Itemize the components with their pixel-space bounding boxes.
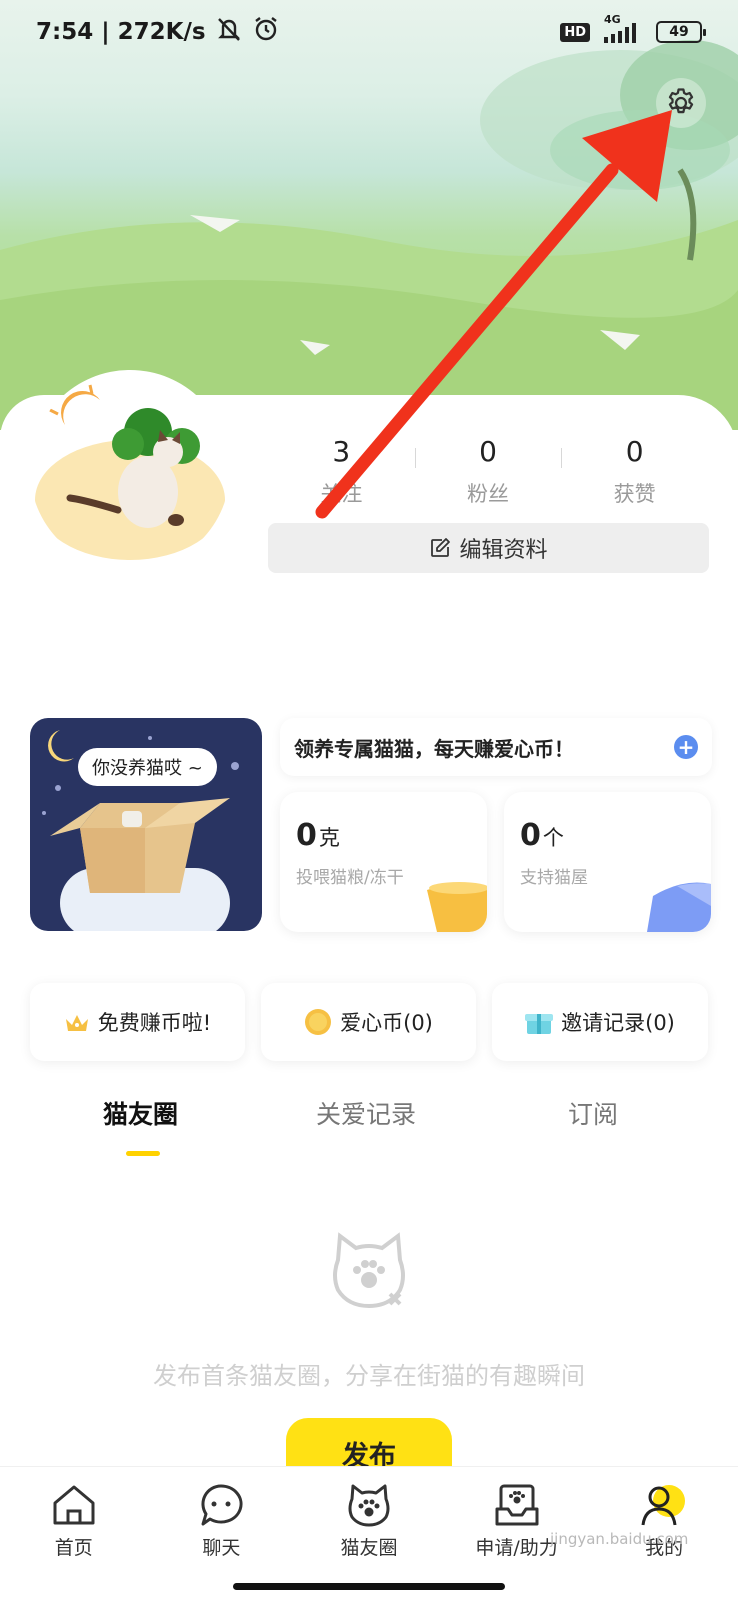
nav-chat-label: 聊天 (202, 1537, 241, 1559)
coin-icon (305, 1009, 332, 1035)
status-separator: | (101, 19, 110, 45)
avatar[interactable] (30, 370, 230, 570)
watermark: jingyan.baidu.com (550, 1530, 689, 1548)
battery-indicator: 49 (656, 21, 706, 43)
alarm-icon (252, 15, 280, 49)
food-stat-card[interactable]: 0克 投喂猫粮/冻干 (280, 792, 487, 932)
stat-following-count: 3 (332, 435, 351, 468)
nav-home-label: 首页 (54, 1537, 93, 1559)
stat-following-label: 关注 (320, 482, 363, 506)
invite-records-button[interactable]: 邀请记录(0) (492, 983, 708, 1061)
earn-coins-button[interactable]: 免费赚币啦! (30, 983, 245, 1061)
stat-likes[interactable]: 0 获赞 (561, 432, 708, 512)
house-unit: 个 (542, 826, 564, 850)
empty-cat-icon (333, 1232, 405, 1309)
food-bowl-icon (427, 882, 487, 932)
hd-badge: HD (560, 22, 590, 42)
nav-home[interactable]: 首页 (0, 1467, 148, 1600)
stat-fans-label: 粉丝 (467, 482, 509, 506)
stat-fans[interactable]: 0 粉丝 (414, 432, 562, 512)
adopt-cat-card[interactable]: 你没养猫哎 ~ (30, 718, 262, 931)
love-coins-label: 爱心币(0) (340, 1011, 433, 1035)
food-unit: 克 (318, 826, 340, 850)
apply-inbox-icon (495, 1484, 539, 1526)
edit-profile-label: 编辑资料 (459, 538, 548, 563)
profile-icon (641, 1485, 686, 1526)
cat-house-icon (647, 882, 711, 932)
empty-state-text: 发布首条猫友圈，分享在街猫的有趣瞬间 (153, 1362, 585, 1390)
nav-chat[interactable]: 聊天 (148, 1467, 296, 1600)
invite-records-label: 邀请记录(0) (561, 1011, 675, 1035)
tab-cat-friends[interactable]: 猫友圈 (103, 1095, 178, 1131)
status-bar: 7:54 | 272K/s HD 4G 49 (0, 0, 738, 64)
stat-fans-count: 0 (479, 435, 497, 468)
adopt-promo-text: 领养专属猫猫，每天赚爱心币！ (294, 736, 574, 761)
food-value: 0 (296, 818, 317, 853)
tab-subscriptions[interactable]: 订阅 (568, 1095, 618, 1131)
nav-apply-help-label: 申请/助力 (475, 1537, 558, 1559)
edit-icon (431, 538, 451, 557)
edit-profile-button[interactable]: 编辑资料 (268, 523, 709, 573)
home-icon (53, 1485, 95, 1525)
stat-likes-label: 获赞 (613, 482, 656, 506)
gear-icon (668, 88, 694, 114)
profile-tabs: 猫友圈 关爱记录 订阅 (0, 1095, 738, 1155)
love-coins-button[interactable]: 爱心币(0) (261, 983, 476, 1061)
settings-button[interactable] (656, 78, 706, 128)
nav-cat-friends-label: 猫友圈 (340, 1537, 398, 1559)
add-icon[interactable]: + (674, 735, 698, 759)
mute-icon (214, 15, 244, 49)
house-stat-card[interactable]: 0个 支持猫屋 (504, 792, 711, 932)
nav-cat-friends[interactable]: 猫友圈 (295, 1467, 443, 1600)
tab-active-indicator (126, 1151, 160, 1156)
header-background (0, 0, 738, 430)
house-value: 0 (520, 818, 541, 853)
stat-likes-count: 0 (625, 435, 644, 468)
status-net-speed: 272K/s (117, 19, 206, 45)
status-time: 7:54 (36, 19, 94, 45)
crown-icon (65, 1015, 88, 1031)
signal-icon: 4G (600, 13, 646, 45)
earn-coins-label: 免费赚币啦! (97, 1011, 212, 1035)
home-indicator (233, 1583, 505, 1590)
tab-care-records[interactable]: 关爱记录 (316, 1095, 416, 1131)
stat-following[interactable]: 3 关注 (268, 432, 415, 512)
profile-stats: 3 关注 0 粉丝 0 获赞 (268, 432, 708, 512)
cat-paw-icon (348, 1484, 390, 1527)
chat-icon (201, 1484, 243, 1526)
no-cat-bubble: 你没养猫哎 ~ (78, 748, 217, 786)
adopt-promo-banner[interactable]: 领养专属猫猫，每天赚爱心币！ + (280, 718, 712, 776)
gift-box-icon (525, 1014, 554, 1034)
